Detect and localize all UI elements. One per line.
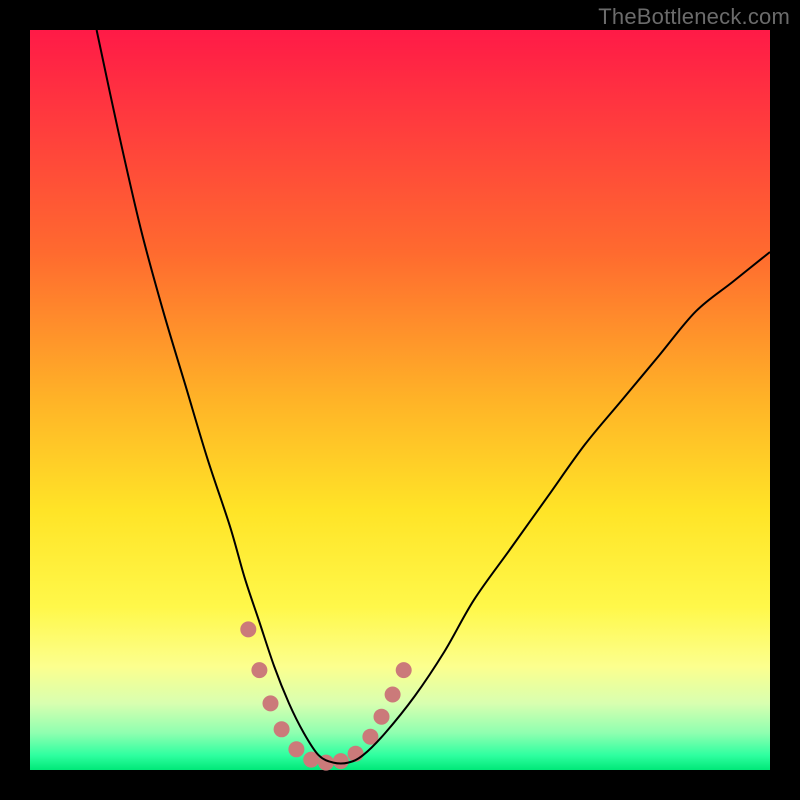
trough-dot — [251, 662, 267, 678]
trough-dot — [396, 662, 412, 678]
outer-frame: TheBottleneck.com — [0, 0, 800, 800]
trough-dot — [240, 621, 256, 637]
trough-dot — [288, 741, 304, 757]
trough-dot — [385, 687, 401, 703]
trough-dot — [263, 695, 279, 711]
watermark-text: TheBottleneck.com — [598, 4, 790, 30]
trough-dot — [274, 721, 290, 737]
trough-dot — [333, 753, 349, 769]
bottleneck-curve — [97, 30, 770, 764]
trough-dot — [374, 709, 390, 725]
curve-layer — [30, 30, 770, 770]
